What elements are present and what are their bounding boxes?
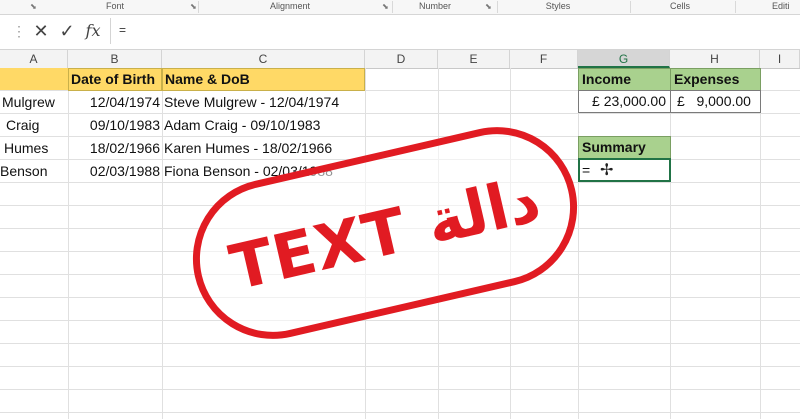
grid-line bbox=[0, 343, 800, 344]
ribbon-separator bbox=[198, 1, 199, 13]
header-expenses[interactable]: Expenses bbox=[670, 68, 761, 91]
formula-content: = bbox=[119, 23, 127, 37]
ribbon-group-styles[interactable]: Styles bbox=[528, 0, 588, 14]
header-summary[interactable]: Summary bbox=[578, 136, 671, 159]
alignment-dialog-launcher-icon[interactable]: ⬊ bbox=[382, 2, 389, 11]
cell-name-dob[interactable]: Steve Mulgrew - 12/04/1974 bbox=[164, 92, 364, 113]
cell-a1[interactable] bbox=[0, 68, 68, 90]
ribbon-group-alignment[interactable]: Alignment bbox=[255, 0, 325, 14]
column-header-b[interactable]: B bbox=[68, 50, 162, 68]
font-dialog-launcher-icon-2[interactable]: ⬊ bbox=[190, 2, 197, 11]
grid-line bbox=[0, 389, 800, 390]
cell-name[interactable]: Benson bbox=[0, 161, 68, 182]
column-header-g[interactable]: G bbox=[578, 50, 670, 68]
column-header-row: A B C D E F G H I bbox=[0, 50, 800, 69]
ribbon-separator bbox=[497, 1, 498, 13]
font-dialog-launcher-icon[interactable]: ⬊ bbox=[30, 2, 37, 11]
grid-line bbox=[0, 113, 800, 114]
stamp-text: TEXT دالة bbox=[223, 161, 547, 305]
cell-dob[interactable]: 09/10/1983 bbox=[68, 115, 160, 136]
cell-name-dob[interactable]: Adam Craig - 09/10/1983 bbox=[164, 115, 364, 136]
header-name-and-dob[interactable]: Name & DoB bbox=[162, 68, 365, 91]
ribbon-group-number[interactable]: Number bbox=[405, 0, 465, 14]
ribbon-group-editing[interactable]: Editi bbox=[772, 0, 800, 14]
ribbon-separator bbox=[630, 1, 631, 13]
cell-name[interactable]: Humes bbox=[4, 138, 68, 159]
cell-dob[interactable]: 12/04/1974 bbox=[68, 92, 160, 113]
cell-summary-active[interactable]: = ✢ bbox=[578, 158, 671, 182]
cell-name-dob[interactable]: Karen Humes - 18/02/1966 bbox=[164, 138, 364, 159]
cell-dob[interactable]: 18/02/1966 bbox=[68, 138, 160, 159]
ribbon-separator bbox=[735, 1, 736, 13]
ribbon-group-bar: Font ⬊ ⬊ Alignment ⬊ Number ⬊ Styles Cel… bbox=[0, 0, 800, 15]
header-income[interactable]: Income bbox=[578, 68, 671, 91]
cell-expenses-value[interactable]: £ 9,000.00 bbox=[670, 90, 761, 113]
cell-income-value[interactable]: £ 23,000.00 bbox=[578, 90, 671, 113]
insert-function-button[interactable]: fx bbox=[82, 19, 104, 43]
cursor-cross-icon: ✢ bbox=[600, 162, 614, 179]
grid-line bbox=[0, 412, 800, 413]
cell-name[interactable]: Craig bbox=[6, 115, 68, 136]
column-header-i[interactable]: I bbox=[760, 50, 800, 68]
formula-input[interactable]: = bbox=[110, 18, 800, 44]
ribbon-group-font[interactable]: Font bbox=[85, 0, 145, 14]
cell-summary-value: = bbox=[582, 162, 591, 178]
column-header-a[interactable]: A bbox=[0, 50, 68, 68]
header-date-of-birth[interactable]: Date of Birth bbox=[68, 68, 162, 91]
grid-line bbox=[0, 136, 800, 137]
formula-bar: ⋮ ✕ ✓ fx = bbox=[0, 15, 800, 50]
grid-line bbox=[0, 366, 800, 367]
cell-dob[interactable]: 02/03/1988 bbox=[68, 161, 160, 182]
column-header-e[interactable]: E bbox=[438, 50, 510, 68]
cell-name[interactable]: Mulgrew bbox=[2, 92, 68, 113]
drag-handle-icon[interactable]: ⋮ bbox=[12, 23, 26, 40]
ribbon-group-cells[interactable]: Cells bbox=[660, 0, 700, 14]
column-header-c[interactable]: C bbox=[162, 50, 365, 68]
ribbon-separator bbox=[392, 1, 393, 13]
column-header-h[interactable]: H bbox=[670, 50, 760, 68]
column-header-f[interactable]: F bbox=[510, 50, 578, 68]
grid-line bbox=[0, 320, 800, 321]
number-dialog-launcher-icon[interactable]: ⬊ bbox=[485, 2, 492, 11]
check-icon[interactable]: ✓ bbox=[56, 19, 78, 43]
close-icon[interactable]: ✕ bbox=[30, 19, 52, 43]
column-header-d[interactable]: D bbox=[365, 50, 438, 68]
